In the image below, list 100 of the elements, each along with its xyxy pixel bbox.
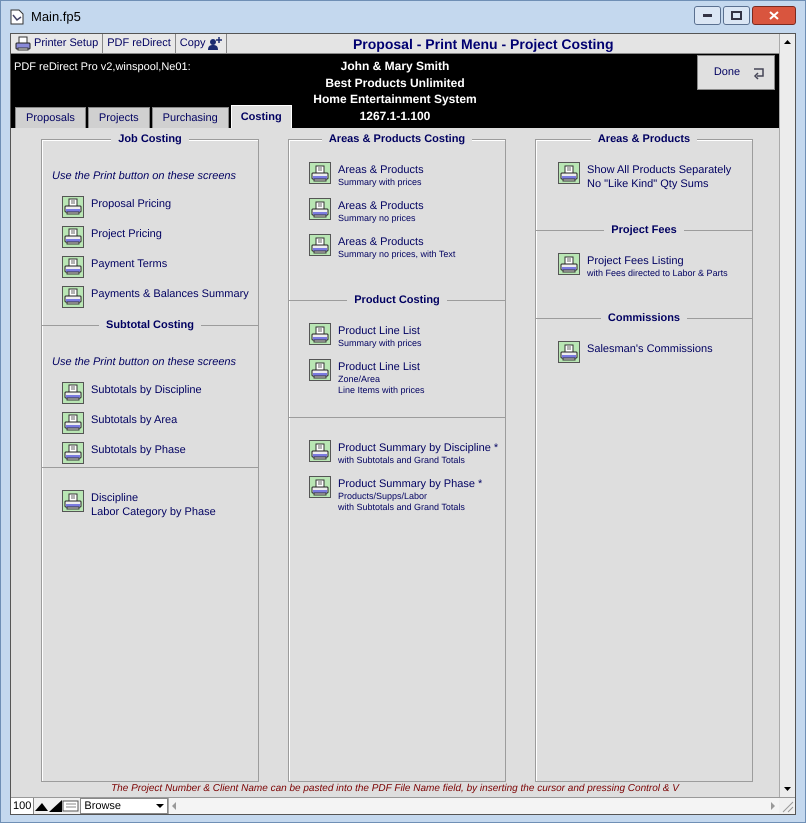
report-link[interactable]: Payments & Balances Summary bbox=[91, 286, 249, 300]
caret-icon bbox=[156, 804, 164, 808]
tab[interactable]: Proposals bbox=[15, 107, 86, 128]
print-button[interactable] bbox=[558, 341, 580, 363]
report-link[interactable]: Project Pricing bbox=[91, 226, 162, 240]
section-heading: Project Fees bbox=[604, 223, 684, 237]
printer-icon bbox=[560, 344, 578, 360]
printer-icon bbox=[64, 444, 82, 461]
print-button[interactable] bbox=[62, 442, 84, 464]
print-button[interactable] bbox=[309, 359, 331, 381]
toolbar-button[interactable]: Printer Setup bbox=[11, 34, 104, 53]
report-link[interactable]: Areas & Products bbox=[338, 199, 424, 213]
report-description: with Fees directed to Labor & Parts bbox=[587, 268, 728, 279]
report-link[interactable]: No "Like Kind" Qty Sums bbox=[587, 177, 732, 191]
report-link[interactable]: Product Summary by Discipline * bbox=[338, 441, 498, 455]
header-text: Best Products Unlimited bbox=[325, 74, 465, 91]
scrollbar[interactable] bbox=[779, 34, 795, 797]
report-description: with Subtotals and Grand Totals bbox=[338, 455, 466, 466]
status-area-icon bbox=[62, 798, 80, 813]
report-description: Zone/Area bbox=[338, 374, 382, 385]
report-description: with Subtotals and Grand Totals bbox=[338, 502, 466, 513]
toolbar-button[interactable]: Copy bbox=[176, 34, 228, 53]
report-link[interactable]: Product Line List bbox=[338, 324, 422, 338]
section-heading: Product Costing bbox=[347, 293, 447, 307]
horizontal-scrollbar[interactable] bbox=[168, 798, 779, 814]
person-plus-icon bbox=[208, 37, 222, 50]
print-button[interactable] bbox=[309, 234, 331, 256]
report-link[interactable]: Project Fees Listing bbox=[587, 254, 728, 268]
instruction-text: Use the Print button on these screens bbox=[52, 355, 238, 370]
printer-icon bbox=[311, 442, 329, 460]
printer-icon bbox=[311, 164, 329, 182]
report-link[interactable]: Areas & Products bbox=[338, 235, 456, 249]
printer-icon bbox=[311, 326, 329, 342]
print-button[interactable] bbox=[62, 490, 84, 512]
maximize-icon bbox=[731, 10, 742, 20]
report-link[interactable]: Subtotals by Discipline bbox=[91, 382, 202, 396]
report-link[interactable]: Subtotals by Phase bbox=[91, 442, 186, 456]
print-button[interactable] bbox=[62, 286, 84, 308]
printer-icon bbox=[560, 256, 578, 272]
menu-title: Proposal - Print Menu - Project Costing bbox=[352, 35, 615, 53]
report-link[interactable]: Areas & Products bbox=[338, 163, 424, 177]
report-description: Products/Supps/Labor bbox=[338, 491, 428, 502]
printer-icon bbox=[311, 236, 329, 254]
printer-icon bbox=[311, 362, 329, 378]
section-heading: Job Costing bbox=[111, 132, 189, 146]
report-link[interactable]: Product Summary by Phase * bbox=[338, 477, 482, 491]
printer-icon bbox=[311, 200, 329, 218]
minimize-button[interactable] bbox=[694, 6, 721, 24]
zoom-level[interactable]: 100 bbox=[11, 798, 34, 814]
header-text: Home Entertainment System bbox=[313, 91, 477, 108]
printer-icon bbox=[311, 478, 329, 496]
close-icon bbox=[769, 10, 779, 20]
report-link[interactable]: Subtotals by Area bbox=[91, 412, 178, 426]
tab[interactable]: Purchasing bbox=[152, 107, 229, 128]
printer-icon bbox=[64, 384, 82, 401]
report-link[interactable]: Labor Category by Phase bbox=[91, 505, 216, 519]
report-link[interactable]: Show All Products Separately bbox=[587, 163, 732, 177]
report-description: Summary no prices bbox=[338, 213, 417, 224]
report-description: Summary no prices, with Text bbox=[338, 249, 456, 260]
print-button[interactable] bbox=[309, 323, 331, 345]
report-description: Summary with prices bbox=[338, 177, 423, 188]
print-button[interactable] bbox=[309, 476, 331, 498]
print-button[interactable] bbox=[62, 226, 84, 248]
report-link[interactable]: Salesman's Commissions bbox=[587, 342, 713, 356]
document-icon bbox=[9, 9, 25, 25]
printer-icon bbox=[64, 288, 82, 305]
printer-icon bbox=[560, 164, 578, 182]
close-button[interactable] bbox=[752, 6, 796, 24]
report-description: Line Items with prices bbox=[338, 385, 425, 396]
minimize-icon bbox=[703, 14, 712, 16]
printer-icon bbox=[64, 258, 82, 275]
print-button[interactable] bbox=[309, 162, 331, 184]
printer-icon bbox=[64, 198, 82, 215]
done-button[interactable]: Done bbox=[697, 55, 775, 90]
report-description: Summary with prices bbox=[338, 338, 422, 349]
print-button[interactable] bbox=[309, 198, 331, 220]
section-heading: Areas & Products Costing bbox=[322, 132, 472, 146]
print-button[interactable] bbox=[62, 382, 84, 404]
printer-info: PDF reDirect Pro v2,winspool,Ne01: bbox=[14, 60, 191, 75]
print-button[interactable] bbox=[62, 196, 84, 218]
tab[interactable]: Projects bbox=[88, 107, 150, 128]
print-button[interactable] bbox=[558, 162, 580, 184]
tab[interactable]: Costing bbox=[230, 105, 292, 128]
toolbar-button[interactable]: PDF reDirect bbox=[103, 34, 176, 53]
printer-icon bbox=[64, 228, 82, 245]
footer-note: The Project Number & Client Name can be pasted into the PDF File Name field, by inserting the cursor and pressing Control & V bbox=[111, 782, 679, 796]
print-button[interactable] bbox=[558, 253, 580, 275]
report-link[interactable]: Discipline bbox=[91, 491, 216, 505]
print-button[interactable] bbox=[309, 440, 331, 462]
report-link[interactable]: Payment Terms bbox=[91, 256, 168, 270]
mode-dropdown[interactable]: Browse bbox=[80, 798, 168, 814]
return-arrow-icon bbox=[752, 66, 766, 80]
instruction-text: Use the Print button on these screens bbox=[52, 169, 238, 184]
print-button[interactable] bbox=[62, 256, 84, 278]
printer-icon bbox=[64, 492, 82, 510]
maximize-button[interactable] bbox=[723, 6, 750, 24]
report-link[interactable]: Product Line List bbox=[338, 360, 425, 374]
report-link[interactable]: Proposal Pricing bbox=[91, 196, 172, 210]
print-button[interactable] bbox=[62, 412, 84, 434]
header-text: John & Mary Smith bbox=[340, 58, 450, 74]
